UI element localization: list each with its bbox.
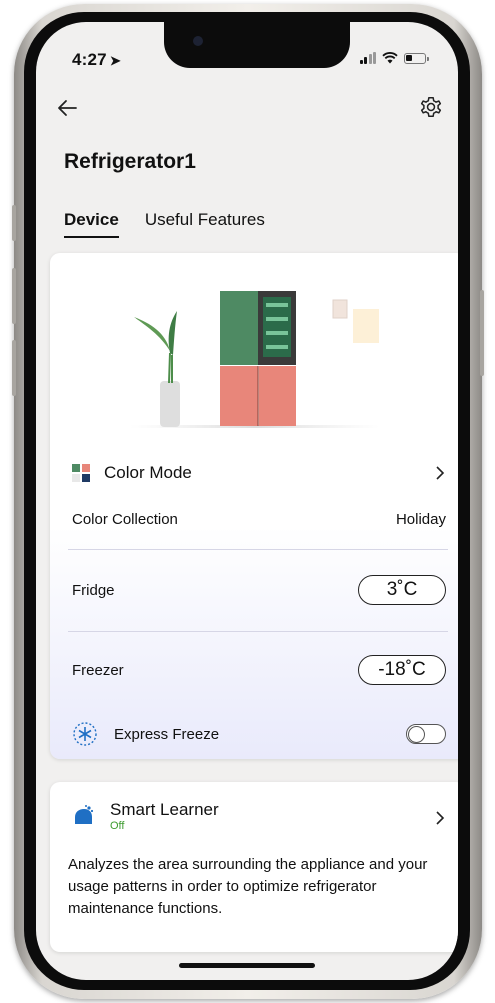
express-freeze-toggle[interactable] xyxy=(406,724,446,744)
page-title: Refrigerator1 xyxy=(64,150,196,173)
color-collection-label: Color Collection xyxy=(72,511,178,528)
settings-gear-icon[interactable] xyxy=(418,94,444,120)
tab-useful-features[interactable]: Useful Features xyxy=(145,210,265,238)
divider xyxy=(68,631,448,632)
tab-bar: Device Useful Features xyxy=(64,210,265,238)
express-freeze-label: Express Freeze xyxy=(114,725,220,743)
smart-learner-header[interactable]: Smart Learner Off xyxy=(72,800,446,832)
status-time: 4:27 ➤ xyxy=(72,50,121,69)
volume-down-button xyxy=(12,340,16,396)
smart-learner-card[interactable]: Smart Learner Off Analyzes the area surr… xyxy=(50,782,458,952)
smart-learner-description: Analyzes the area surrounding the applia… xyxy=(68,856,428,917)
front-camera xyxy=(193,36,203,46)
smart-learner-icon xyxy=(75,805,94,824)
fridge-label: Fridge xyxy=(72,581,115,599)
volume-up-button xyxy=(12,268,16,324)
location-arrow-icon: ➤ xyxy=(109,53,121,68)
chevron-right-icon xyxy=(436,466,445,480)
wifi-icon xyxy=(382,52,398,64)
color-mode-row[interactable]: Color Mode xyxy=(72,463,446,483)
home-indicator[interactable] xyxy=(179,963,315,968)
color-collection-value: Holiday xyxy=(395,511,446,528)
color-mode-icon xyxy=(72,464,90,482)
freezer-row: Freezer -18˚C xyxy=(72,655,446,685)
screen: 4:27 ➤ Refrigerator1 Device Useful Featur… xyxy=(36,22,458,980)
express-freeze-icon xyxy=(73,722,97,746)
mute-switch xyxy=(12,205,16,241)
color-mode-label: Color Mode xyxy=(104,463,192,482)
cellular-signal-icon xyxy=(359,52,376,64)
freezer-temperature-button[interactable]: -18˚C xyxy=(358,655,446,685)
fridge-temperature-button[interactable]: 3˚C xyxy=(358,575,446,605)
divider xyxy=(68,549,448,550)
refrigerator-illustration xyxy=(130,291,380,428)
tab-device[interactable]: Device xyxy=(64,210,119,238)
power-button xyxy=(480,290,484,376)
smart-learner-status: Off xyxy=(110,820,125,832)
fridge-row: Fridge 3˚C xyxy=(72,575,446,605)
express-freeze-row: Express Freeze xyxy=(72,721,446,747)
battery-icon xyxy=(404,52,429,64)
freezer-label: Freezer xyxy=(72,661,124,679)
device-card: Color Mode Color Collection Holiday Frid… xyxy=(50,253,458,759)
status-icons xyxy=(359,52,429,64)
smart-learner-title: Smart Learner xyxy=(110,800,219,819)
color-collection-row: Color Collection Holiday xyxy=(72,511,446,528)
chevron-right-icon xyxy=(436,811,445,825)
notch xyxy=(164,22,350,68)
back-arrow-icon[interactable] xyxy=(54,96,80,120)
